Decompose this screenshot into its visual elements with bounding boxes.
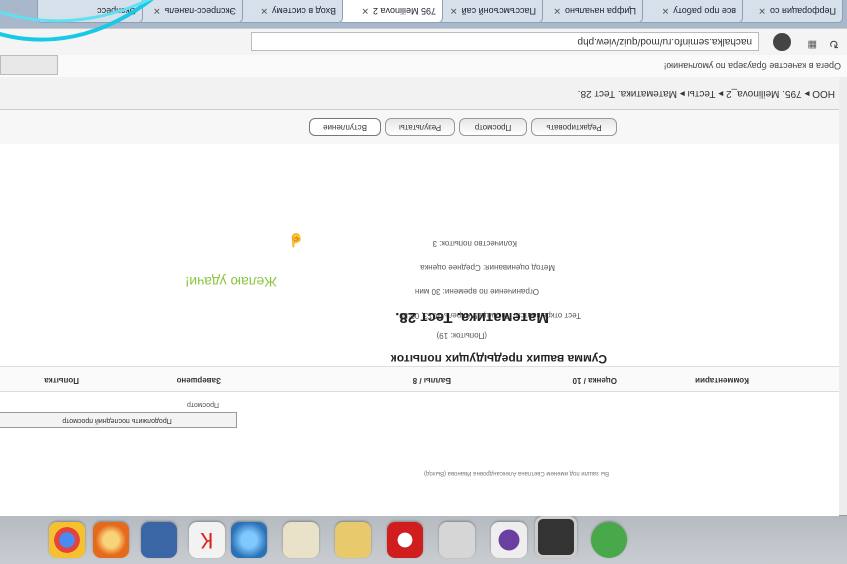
explorer-icon[interactable]: [335, 522, 371, 558]
time-limit: Ограничение по времени: 30 мин: [414, 287, 539, 296]
close-icon[interactable]: ✕: [662, 6, 670, 16]
good-luck-message: Желаю удачи!: [185, 274, 277, 290]
col-attempt: Попытка: [44, 376, 79, 385]
hand-cursor-icon: ☝: [287, 233, 304, 248]
summary-title: Сумма ваших предыдущих попыток: [390, 352, 607, 366]
grading-method: Метод оценивания: Среднее оценка: [420, 263, 555, 272]
footer-login-info: Вы зашли под именем Светлана Александров…: [424, 470, 609, 476]
col-points: Баллы / 8: [412, 376, 451, 385]
tab-5-label: 795 Meilinova 2: [372, 6, 436, 16]
tab-3-label: Цифра начально: [565, 6, 636, 16]
upside-down-screen: К Вы зашли под именем Светлана Александр…: [0, 0, 847, 564]
taskbar: К: [0, 515, 847, 564]
yandex-icon[interactable]: К: [189, 522, 225, 558]
attempts-count: (Попыток: 19): [436, 331, 487, 340]
col-completed: Завершено: [176, 376, 221, 385]
tab-4-label: Пассъмсъонй сай: [461, 6, 536, 16]
tab-2-label: все про работу: [673, 6, 736, 16]
close-icon[interactable]: ✕: [260, 6, 268, 16]
close-icon[interactable]: ✕: [361, 6, 369, 16]
tab-preview[interactable]: Просмотр: [459, 118, 527, 136]
tab-6-label: Вход в систему: [272, 6, 336, 16]
quiz-title: Математика. Тест 28.: [395, 309, 549, 326]
col-grade: Оценка / 10: [572, 376, 617, 385]
photo-icon[interactable]: [535, 516, 577, 558]
browser-icon[interactable]: [93, 522, 129, 558]
attempts-allowed: Количество попыток: 3: [432, 239, 517, 248]
skype-icon[interactable]: [591, 522, 627, 558]
tab-results[interactable]: Результаты: [385, 118, 455, 136]
tab-4[interactable]: Пассъмсъонй сай✕: [437, 0, 543, 23]
wallpaper-swoosh: [0, 0, 210, 42]
close-icon[interactable]: ✕: [553, 6, 561, 16]
app-icon[interactable]: [141, 522, 177, 558]
page-content: Вы зашли под именем Светлана Александров…: [0, 76, 839, 516]
reload-icon[interactable]: ↻: [829, 37, 839, 51]
col-comments: Комментарии: [695, 376, 749, 385]
quiz-nav-tabs: Вступление Результаты Просмотр Редактиро…: [0, 109, 839, 144]
grid-icon[interactable]: ▦: [808, 39, 817, 50]
site-icon: [773, 33, 791, 51]
tab-1[interactable]: Перфорация со✕: [737, 0, 843, 23]
tab-3[interactable]: Цифра начально ✕: [537, 0, 643, 23]
close-icon[interactable]: ✕: [450, 6, 458, 16]
breadcrumb-text[interactable]: НОО ▸ 795. Meilinova_2 ▸ Тесты ▸ Математ…: [578, 88, 835, 99]
tab-2[interactable]: все про работу✕: [637, 0, 743, 23]
tab-5-active[interactable]: 795 Meilinova 2✕: [337, 0, 443, 23]
tab-6[interactable]: Вход в систему ✕: [237, 0, 343, 23]
media-icon[interactable]: [439, 522, 475, 558]
review-link[interactable]: Просмотр: [187, 401, 219, 408]
attempts-table-header: Попытка Завершено Баллы / 8 Оценка / 10 …: [0, 366, 839, 392]
chrome-icon[interactable]: [49, 522, 85, 558]
paint-icon[interactable]: [283, 522, 319, 558]
continue-review-button[interactable]: Продолжить последний просмотр: [0, 412, 237, 428]
breadcrumb: НОО ▸ 795. Meilinova_2 ▸ Тесты ▸ Математ…: [0, 76, 839, 109]
default-browser-prompt: Opera в качестве браузера по умолчанию!: [663, 61, 841, 71]
tab-edit[interactable]: Редактировать: [531, 118, 617, 136]
globe-icon[interactable]: [231, 522, 267, 558]
url-field[interactable]: nachalka.seminfo.ru/mod/quiz/view.php: [251, 32, 759, 51]
opera-icon[interactable]: [387, 522, 423, 558]
tab-1-label: Перфорация со: [769, 6, 836, 16]
tor-icon[interactable]: [491, 522, 527, 558]
close-icon[interactable]: ✕: [758, 6, 766, 16]
tab-intro[interactable]: Вступление: [309, 118, 381, 136]
